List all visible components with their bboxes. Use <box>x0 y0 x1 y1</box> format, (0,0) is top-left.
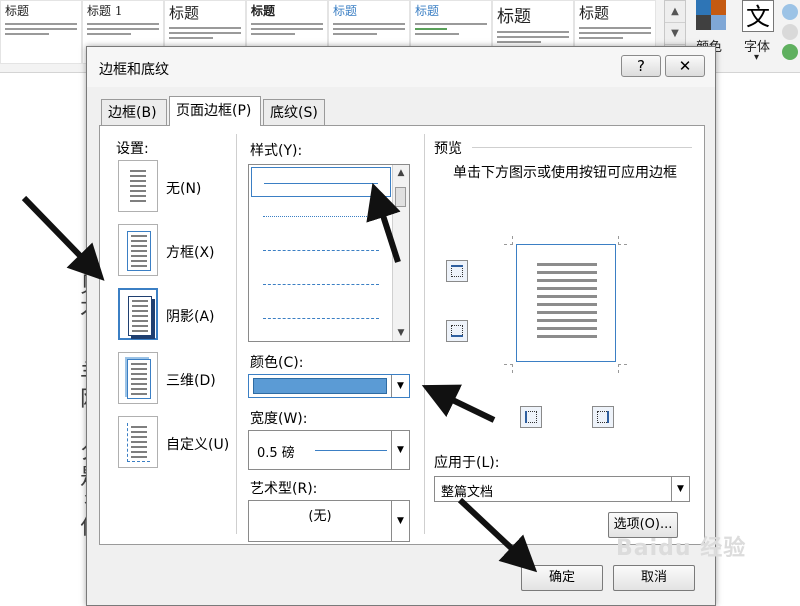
ok-button[interactable]: 确定 <box>521 565 603 591</box>
style-gallery-title: 标题 <box>579 4 610 22</box>
watermark: Baidu 经验 <box>616 536 747 561</box>
tab-panel-page-border: 设置: 无(N) 方框(X) 阴影(A) 三维(D) 自定义(U) 样式(Y): <box>99 125 705 545</box>
tab-shading[interactable]: 底纹(S) <box>263 99 325 125</box>
close-button[interactable]: ✕ <box>665 55 705 77</box>
setting-box-label[interactable]: 方框(X) <box>166 242 215 262</box>
style-gallery-title: 标题 <box>497 7 531 27</box>
border-left-button[interactable] <box>520 406 542 428</box>
setting-box-button[interactable] <box>118 224 158 276</box>
scroll-down-icon[interactable]: ▼ <box>393 325 409 341</box>
color-label: 颜色(C): <box>250 355 304 371</box>
style-gallery-title: 标题 <box>415 4 440 18</box>
line-style-dashed-small[interactable] <box>251 235 391 265</box>
paragraph-spacing-icon[interactable] <box>782 24 798 40</box>
preview-rule <box>472 147 692 148</box>
scroll-thumb[interactable] <box>395 187 406 207</box>
setting-3d-button[interactable] <box>118 352 158 404</box>
preview-label: 预览 <box>434 141 462 157</box>
style-gallery-title: 标题 1 <box>87 4 123 18</box>
font-icon: 文 <box>742 0 774 32</box>
dialog-titlebar[interactable]: 边框和底纹 ? ✕ <box>87 47 715 87</box>
width-select[interactable]: 0.5 磅 ▼ <box>248 430 410 470</box>
tab-page-border[interactable]: 页面边框(P) <box>169 96 261 126</box>
width-preview-line <box>315 450 387 451</box>
page-none-icon <box>127 167 149 205</box>
apply-to-label: 应用于(L): <box>434 455 500 471</box>
width-label: 宽度(W): <box>250 411 308 427</box>
setting-custom-button[interactable] <box>118 416 158 468</box>
setting-none-button[interactable] <box>118 160 158 212</box>
border-top-button[interactable] <box>446 260 468 282</box>
border-bottom-button[interactable] <box>446 320 468 342</box>
check-icon[interactable] <box>782 44 798 60</box>
borders-shading-dialog: 边框和底纹 ? ✕ 边框(B) 页面边框(P) 底纹(S) 设置: 无(N) 方… <box>86 46 716 606</box>
border-right-button[interactable] <box>592 406 614 428</box>
art-label: 艺术型(R): <box>250 481 318 497</box>
help-button[interactable]: ? <box>621 55 661 77</box>
page-box-icon <box>127 231 151 271</box>
column-divider <box>424 134 425 534</box>
style-gallery-title: 标题 <box>169 4 200 22</box>
apply-to-value: 整篇文档 <box>441 485 494 500</box>
line-style-dash-dot[interactable] <box>251 303 391 333</box>
chevron-down-icon[interactable]: ▼ <box>391 431 409 469</box>
preview-page[interactable] <box>516 244 616 362</box>
page-3d-icon <box>127 359 151 399</box>
setting-custom-label[interactable]: 自定义(U) <box>166 434 229 454</box>
apply-to-select[interactable]: 整篇文档 ▼ <box>434 476 690 502</box>
art-value: (无) <box>308 509 332 524</box>
color-swatch <box>253 378 387 394</box>
line-style-solid[interactable] <box>251 167 391 197</box>
cancel-button[interactable]: 取消 <box>613 565 695 591</box>
theme-fonts-button[interactable]: 文 字体 ▾ <box>738 0 778 68</box>
setting-none-label[interactable]: 无(N) <box>166 178 201 198</box>
chevron-down-icon[interactable]: ▼ <box>665 23 685 45</box>
setting-shadow-button[interactable] <box>118 288 158 340</box>
column-divider <box>236 134 237 534</box>
scroll-up-icon[interactable]: ▲ <box>393 165 409 181</box>
style-gallery-title: 标题 <box>251 4 276 18</box>
style-label: 样式(Y): <box>250 143 303 159</box>
page-shadow-icon <box>128 296 152 336</box>
tab-borders[interactable]: 边框(B) <box>101 99 167 125</box>
style-gallery-title: 标题 <box>333 4 358 18</box>
style-gallery-title: 标题 <box>5 4 30 18</box>
chevron-down-icon[interactable]: ▼ <box>391 501 409 541</box>
settings-label: 设置: <box>116 141 149 157</box>
chevron-up-icon[interactable]: ▲ <box>665 1 685 23</box>
art-select[interactable]: (无) ▼ <box>248 500 410 542</box>
style-list-scrollbar[interactable]: ▲ ▼ <box>392 165 409 341</box>
line-style-dashed[interactable] <box>251 269 391 299</box>
preview-hint: 单击下方图示或使用按钮可应用边框 <box>453 165 677 181</box>
width-value: 0.5 磅 <box>257 446 295 461</box>
palette-icon <box>696 0 726 30</box>
dialog-title: 边框和底纹 <box>99 62 169 78</box>
style-gallery-item[interactable]: 标题 <box>0 0 82 64</box>
setting-3d-label[interactable]: 三维(D) <box>166 370 216 390</box>
chevron-down-icon: ▾ <box>754 52 760 63</box>
setting-shadow-label[interactable]: 阴影(A) <box>166 306 215 326</box>
chevron-down-icon[interactable]: ▼ <box>671 477 689 501</box>
page-custom-icon <box>127 423 150 462</box>
ribbon-side-icons <box>780 0 800 70</box>
line-style-list[interactable]: ▲ ▼ <box>248 164 410 342</box>
line-style-dotted[interactable] <box>251 201 391 231</box>
chevron-down-icon[interactable]: ▼ <box>391 375 409 397</box>
effects-icon[interactable] <box>782 4 798 20</box>
color-select[interactable]: ▼ <box>248 374 410 398</box>
